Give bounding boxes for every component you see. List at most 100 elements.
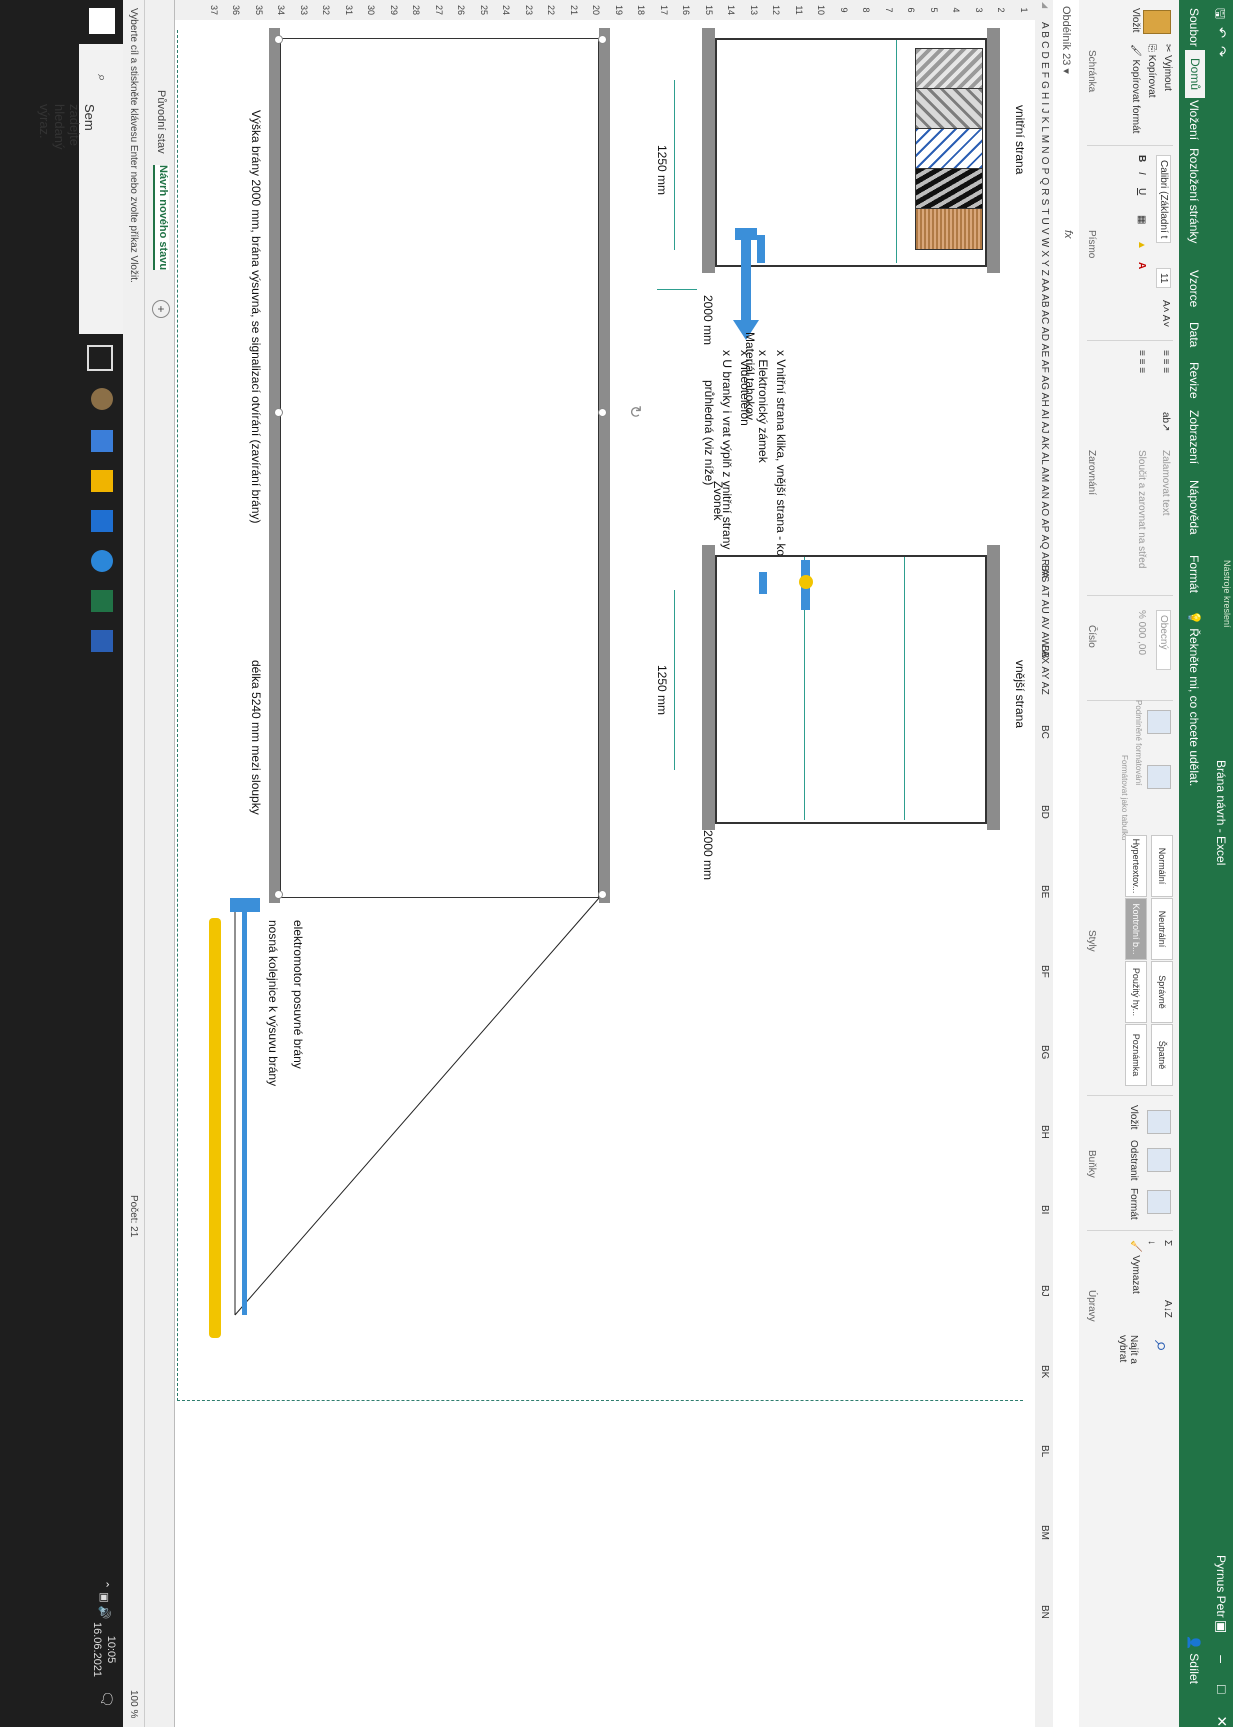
app-icon[interactable]: [91, 430, 113, 452]
col-be[interactable]: BE: [1039, 885, 1050, 898]
style-cell-check[interactable]: Kontrolní b...: [1125, 898, 1147, 960]
row-header[interactable]: 17: [659, 2, 669, 18]
col-bf[interactable]: BF: [1039, 965, 1050, 978]
underline-button[interactable]: U: [1136, 188, 1147, 195]
row-header[interactable]: 13: [749, 2, 759, 18]
format-painter-button[interactable]: 🖌 Kopírovat formát: [1130, 44, 1141, 133]
style-cell-followed[interactable]: Použitý hy...: [1125, 961, 1147, 1023]
font-size-select[interactable]: 11: [1156, 268, 1171, 289]
row-header[interactable]: 26: [457, 2, 467, 18]
orientation-icon[interactable]: ab↗: [1160, 412, 1171, 432]
align-top-icon[interactable]: ≡ ≡ ≡: [1160, 350, 1171, 373]
format-cells-button[interactable]: Formát: [1128, 1188, 1139, 1220]
sort-filter-icon[interactable]: A↓Z: [1162, 1300, 1173, 1318]
col-bn[interactable]: BN: [1039, 1605, 1050, 1619]
notification-icon[interactable]: 🗨: [98, 1690, 115, 1708]
style-cell-neutral[interactable]: Neutrální: [1151, 898, 1173, 960]
align-left-icon[interactable]: ≡ ≡ ≡: [1136, 350, 1147, 373]
grow-font-icon[interactable]: A˄ A˅: [1160, 300, 1171, 327]
row-header[interactable]: 6: [907, 2, 917, 18]
row-header[interactable]: 24: [502, 2, 512, 18]
col-bi[interactable]: BI: [1039, 1205, 1050, 1214]
excel-icon[interactable]: [91, 590, 113, 612]
conditional-format-button[interactable]: Podmíněné formátování: [1134, 700, 1143, 785]
sheet-tab-original[interactable]: Původní stav: [155, 90, 167, 154]
column-letters[interactable]: A B C D E F G H I J K L M N O P Q R S T …: [1039, 22, 1050, 695]
tab-zobrazeni[interactable]: Zobrazení: [1187, 410, 1201, 464]
font-color-icon[interactable]: A: [1136, 262, 1147, 269]
insert-cells-button[interactable]: Vložit: [1128, 1105, 1139, 1129]
maximize-icon[interactable]: □: [1213, 1685, 1230, 1693]
tab-format[interactable]: Formát: [1187, 555, 1201, 593]
wrap-text-button[interactable]: Zalamovat text: [1160, 450, 1171, 516]
font-name-select[interactable]: Calibri (Základní t: [1156, 155, 1171, 244]
task-view-icon[interactable]: [87, 345, 113, 371]
row-header[interactable]: 23: [524, 2, 534, 18]
conditional-format-icon[interactable]: [1147, 710, 1171, 734]
col-bl[interactable]: BL: [1039, 1445, 1050, 1457]
row-header[interactable]: 15: [704, 2, 714, 18]
add-sheet-icon[interactable]: +: [152, 300, 170, 318]
tab-rozlozeni[interactable]: Rozložení stránky: [1187, 148, 1201, 243]
tab-vzorce[interactable]: Vzorce: [1187, 270, 1201, 307]
redo-icon[interactable]: ↷: [1207, 46, 1229, 57]
sheet-tab-new[interactable]: Návrh nového stavu: [153, 165, 169, 271]
border-icon[interactable]: ▦: [1136, 215, 1147, 224]
word-icon[interactable]: [91, 630, 113, 652]
style-cell-hyperlink[interactable]: Hypertextov...: [1125, 835, 1147, 897]
style-cell-good[interactable]: Správně: [1151, 961, 1173, 1023]
number-format-select[interactable]: Obecný: [1156, 610, 1171, 671]
col-ba[interactable]: BA: [1039, 565, 1050, 578]
number-format-icons[interactable]: % 000 ,00: [1136, 610, 1147, 655]
user-name[interactable]: Pyrnus Petr: [1214, 1555, 1228, 1618]
copy-button[interactable]: ⎘ Kopírovat: [1146, 44, 1157, 98]
paste-button[interactable]: Vložit: [1130, 8, 1141, 32]
col-bk[interactable]: BK: [1039, 1365, 1050, 1378]
save-icon[interactable]: 🖫: [1207, 8, 1229, 19]
clear-button[interactable]: 🧹 Vymazat: [1130, 1240, 1141, 1294]
italic-button[interactable]: I: [1136, 172, 1147, 175]
row-header[interactable]: 20: [592, 2, 602, 18]
row-header[interactable]: 11: [794, 2, 804, 18]
col-bd[interactable]: BD: [1039, 805, 1050, 819]
row-header[interactable]: 8: [862, 2, 872, 18]
col-bb[interactable]: BB: [1039, 645, 1050, 658]
tab-napoveda[interactable]: Nápověda: [1187, 480, 1201, 535]
row-header[interactable]: 5: [929, 2, 939, 18]
row-header[interactable]: 10: [817, 2, 827, 18]
insert-cells-icon[interactable]: [1147, 1110, 1171, 1134]
undo-icon[interactable]: ↶: [1207, 27, 1229, 38]
row-header[interactable]: 34: [277, 2, 287, 18]
delete-cells-icon[interactable]: [1147, 1148, 1171, 1172]
row-header[interactable]: 16: [682, 2, 692, 18]
tab-revize[interactable]: Revize: [1187, 362, 1201, 399]
row-header[interactable]: 7: [884, 2, 894, 18]
file-explorer-icon[interactable]: [91, 470, 113, 492]
find-icon[interactable]: ⌕: [1149, 1340, 1175, 1352]
worksheet-grid[interactable]: vnitřní strana Materiál tahokov 1250 mm …: [175, 20, 1035, 1727]
row-header[interactable]: 36: [232, 2, 242, 18]
row-header[interactable]: 3: [974, 2, 984, 18]
tab-soubor[interactable]: Soubor: [1187, 8, 1201, 47]
close-icon[interactable]: ✕: [1213, 1716, 1230, 1727]
fill-icon[interactable]: ↓: [1146, 1240, 1157, 1245]
row-header[interactable]: 28: [412, 2, 422, 18]
row-header[interactable]: 33: [299, 2, 309, 18]
windows-start-icon[interactable]: [89, 8, 115, 34]
fx-icon[interactable]: fx: [1062, 230, 1074, 239]
find-select-button[interactable]: Najít a vybrat: [1117, 1335, 1139, 1385]
row-header[interactable]: 1: [1019, 2, 1029, 18]
tab-domu[interactable]: Domů: [1185, 50, 1205, 99]
share-button[interactable]: 👤 Sdílet: [1187, 1635, 1201, 1684]
col-bh[interactable]: BH: [1039, 1125, 1050, 1139]
col-bc[interactable]: BC: [1039, 725, 1050, 739]
ribbon-display-icon[interactable]: ▣: [1213, 1620, 1230, 1633]
minimize-icon[interactable]: –: [1213, 1655, 1230, 1663]
col-bm[interactable]: BM: [1039, 1525, 1050, 1540]
row-header[interactable]: 14: [727, 2, 737, 18]
row-header[interactable]: 35: [254, 2, 264, 18]
row-header[interactable]: 30: [367, 2, 377, 18]
format-table-icon[interactable]: [1147, 765, 1171, 789]
zoom-level[interactable]: 100 %: [128, 1690, 139, 1718]
clock[interactable]: 10:05 16.06.2021: [90, 1622, 118, 1677]
